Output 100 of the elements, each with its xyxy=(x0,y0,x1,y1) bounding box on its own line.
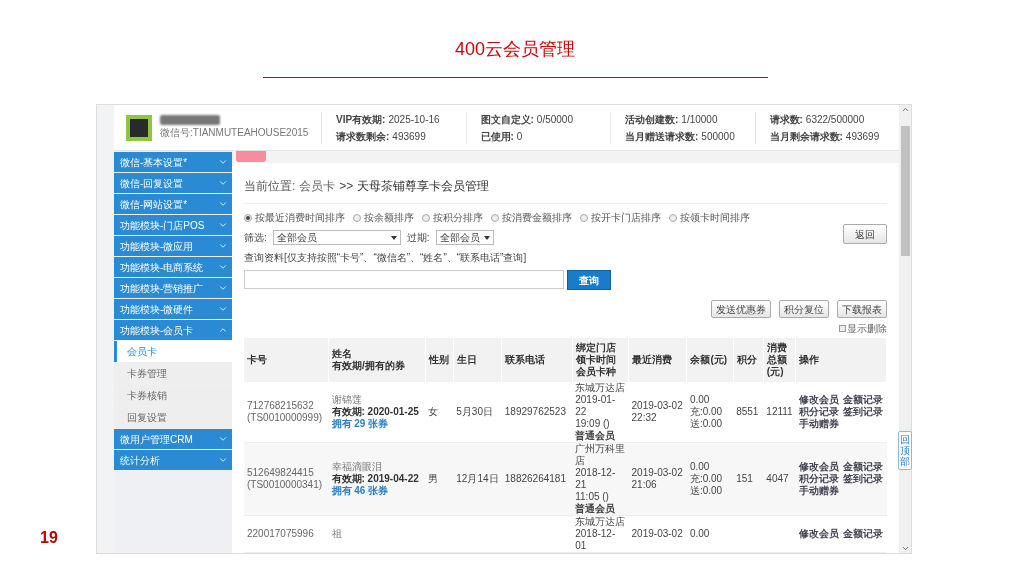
sidebar-item[interactable]: 微信-基本设置* xyxy=(114,152,232,172)
card-type: 普通会员 xyxy=(575,503,617,515)
balance-cell-text: 0.00 充:0.00 送:0.00 xyxy=(689,461,724,497)
dropdown-caret-icon xyxy=(390,235,397,240)
validity-date: 有效期: 2020-01-25 xyxy=(331,406,420,418)
search-label: 查询资料[仅支持按照“卡号”、“微信名”、“姓名”、“联系电话”查询] xyxy=(244,251,528,265)
operation-link[interactable]: 金额记录 xyxy=(842,461,883,473)
birthday-cell: 12月14日 xyxy=(456,473,499,484)
birthday-cell: 5月30日 xyxy=(456,406,493,417)
redacted-name xyxy=(160,115,220,125)
operation-link[interactable]: 积分记录 xyxy=(798,406,839,418)
sidebar-item[interactable]: 功能模块-微硬件 xyxy=(114,299,232,319)
chevron-down-icon xyxy=(218,157,228,167)
scrollbar-thumb[interactable] xyxy=(900,126,910,256)
chevron-down-icon xyxy=(218,199,228,209)
sidebar-item[interactable]: 功能模块-会员卡 xyxy=(114,320,232,340)
stat-label: 当月剩余请求数: xyxy=(769,129,843,144)
operation-link[interactable]: 修改会员 xyxy=(798,528,839,540)
breadcrumb-current: 天母茶铺尊享卡会员管理 xyxy=(357,178,490,195)
submenu-item[interactable]: 卡券管理 xyxy=(114,363,232,384)
operation-link[interactable]: 手动赠券 xyxy=(798,418,839,430)
search-field[interactable] xyxy=(244,270,564,289)
page-number: 19 xyxy=(40,528,58,548)
scrollbar[interactable] xyxy=(899,105,911,553)
operation-link[interactable]: 修改会员 xyxy=(798,461,839,473)
card-type: 普通会员 xyxy=(575,430,617,442)
recent-purchase: 2019-03-02 22:32 xyxy=(631,400,684,424)
collapse-tab[interactable] xyxy=(236,151,266,162)
sidebar-item[interactable]: 微信-回复设置 xyxy=(114,173,232,193)
operation-link[interactable]: 修改会员 xyxy=(798,394,839,406)
filter-label: 过期: xyxy=(406,231,430,245)
stat-value: 1/10000 xyxy=(681,112,718,127)
phone-cell: 18929762523 xyxy=(504,406,566,417)
action-button[interactable]: 下载报表 xyxy=(837,300,887,318)
card-number: 512649824415 (TS0010000341) xyxy=(247,467,324,491)
stat-label: 请求数剩余: xyxy=(336,129,390,144)
search-button[interactable]: 查询 xyxy=(567,270,611,290)
back-button[interactable]: 返回 xyxy=(843,224,887,244)
sidebar-item[interactable]: 功能模块-电商系统 xyxy=(114,257,232,277)
stat-value: 6322/500000 xyxy=(805,112,865,127)
stat-label: 当月赠送请求数: xyxy=(625,129,699,144)
submenu-item[interactable]: 回复设置 xyxy=(114,407,232,428)
store-info: 广州万科里 店 2018-12-21 11:05 () xyxy=(575,443,626,503)
sort-radio[interactable]: 按开卡门店排序 xyxy=(580,210,661,225)
stat-value: 2025-10-16 xyxy=(388,112,440,127)
filter-select[interactable]: 全部会员 xyxy=(435,230,494,245)
dropdown-caret-icon xyxy=(483,235,490,240)
operation-link[interactable]: 积分记录 xyxy=(798,473,839,485)
operation-link[interactable]: 金额记录 xyxy=(842,394,883,406)
balance-cell-text: 0.00 xyxy=(689,528,711,540)
sidebar-item[interactable]: 功能模块-营销推广 xyxy=(114,278,232,298)
stat-value: 493699 xyxy=(392,129,426,144)
sort-radio[interactable]: 按领卡时间排序 xyxy=(669,210,750,225)
operation-link[interactable]: 签到记录 xyxy=(842,406,883,418)
stat-label: 图文自定义: xyxy=(480,112,534,127)
back-to-top-button[interactable]: 回顶部 xyxy=(898,431,912,470)
breadcrumb-link[interactable]: 会员卡 xyxy=(299,177,336,195)
card-number: 712768215632 (TS0010000999) xyxy=(247,400,324,424)
operation-link[interactable]: 手动赠券 xyxy=(798,485,839,497)
sidebar-item[interactable]: 微用户管理CRM xyxy=(114,429,232,449)
scroll-up-icon xyxy=(900,105,910,114)
chevron-down-icon xyxy=(218,178,228,188)
logo-icon xyxy=(126,114,152,141)
filter-label: 筛选: xyxy=(244,231,267,245)
recent-purchase: 2019-03-02 21:06 xyxy=(631,467,684,491)
recent-purchase: 2019-03-02 xyxy=(631,528,684,540)
operation-link[interactable]: 金额记录 xyxy=(842,528,883,540)
points-cell: 151 xyxy=(736,473,753,484)
store-info: 东城万达店 2018-12-01 xyxy=(575,516,626,552)
card-number: 220017075996 xyxy=(247,528,315,540)
gender-cell: 男 xyxy=(428,473,439,484)
action-button[interactable]: 发送优惠券 xyxy=(711,300,771,318)
sidebar-item[interactable]: 统计分析 xyxy=(114,450,232,470)
stat-value: 0/50000 xyxy=(536,112,573,127)
sidebar-item[interactable]: 功能模块-门店POS xyxy=(114,215,232,235)
action-button[interactable]: 积分复位 xyxy=(779,300,829,318)
chevron-down-icon xyxy=(218,241,228,251)
sort-radio[interactable]: 按积分排序 xyxy=(422,210,483,225)
sidebar-item[interactable]: 功能模块-微应用 xyxy=(114,236,232,256)
stat-label: 活动创建数: xyxy=(625,112,679,127)
show-deleted-checkbox[interactable]: 显示删除 xyxy=(839,321,887,336)
sort-radio[interactable]: 按消费金额排序 xyxy=(491,210,572,225)
stat-label: VIP有效期: xyxy=(336,112,386,127)
operation-link[interactable]: 签到记录 xyxy=(842,473,883,485)
chevron-down-icon xyxy=(218,304,228,314)
phone-cell: 18826264181 xyxy=(504,473,566,484)
chevron-down-icon xyxy=(218,220,228,230)
sidebar-item[interactable]: 微信-网站设置* xyxy=(114,194,232,214)
member-name: 祖 xyxy=(331,528,343,540)
slide-title: 400云会员管理 xyxy=(454,38,575,61)
submenu-item[interactable]: 会员卡 xyxy=(114,341,232,362)
coupon-link[interactable]: 拥有 29 张券 xyxy=(331,418,389,429)
stat-value: 500000 xyxy=(701,129,735,144)
sort-radio[interactable]: 按余额排序 xyxy=(353,210,414,225)
sort-radio[interactable]: 按最近消费时间排序 xyxy=(244,210,345,225)
filter-select[interactable]: 全部会员 xyxy=(272,230,401,245)
gender-cell: 女 xyxy=(428,406,439,417)
submenu-item[interactable]: 卡券核销 xyxy=(114,385,232,406)
total-cell: 4047 xyxy=(766,473,789,484)
coupon-link[interactable]: 拥有 46 张券 xyxy=(331,485,389,496)
